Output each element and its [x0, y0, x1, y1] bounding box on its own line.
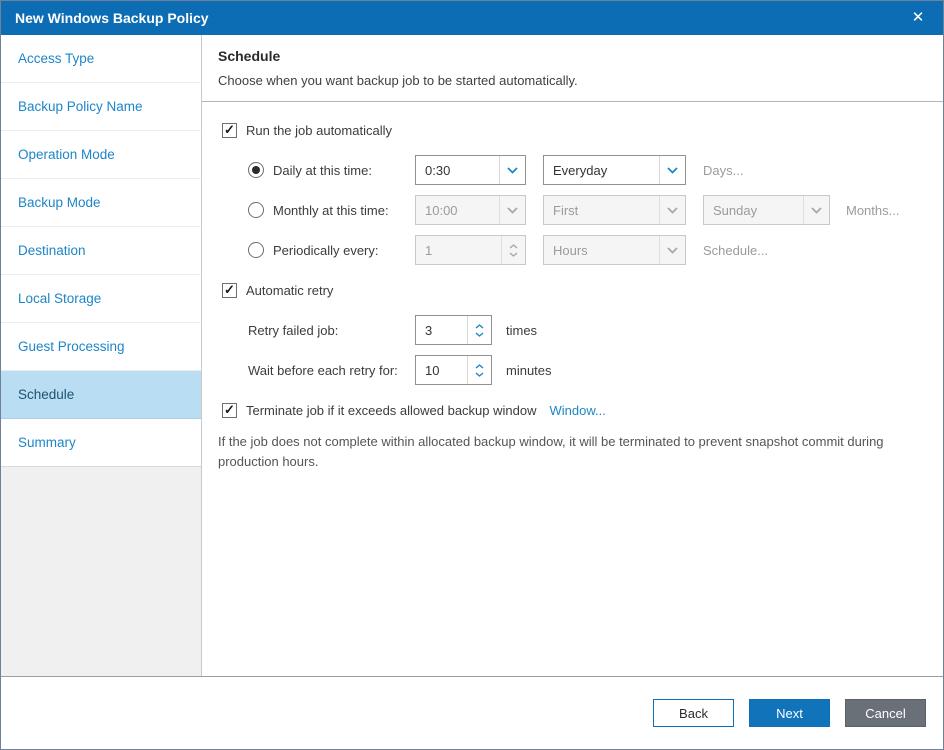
- schedule-step-content: Schedule Choose when you want backup job…: [202, 35, 943, 676]
- periodically-row: Periodically every: 1 Hours Schedule...: [222, 230, 943, 270]
- sidebar-item-operation-mode[interactable]: Operation Mode: [1, 131, 201, 179]
- sidebar-item-access-type[interactable]: Access Type: [1, 35, 201, 83]
- next-button[interactable]: Next: [749, 699, 830, 727]
- sidebar-item-destination[interactable]: Destination: [1, 227, 201, 275]
- sidebar-filler: [1, 467, 201, 676]
- window-link[interactable]: Window...: [550, 403, 606, 418]
- spinner-down-icon: [475, 371, 484, 377]
- days-link: Days...: [703, 162, 744, 178]
- monthly-row: Monthly at this time: 10:00 First Sunday…: [222, 190, 943, 230]
- daily-time-select[interactable]: 0:30: [415, 155, 526, 185]
- window-title: New Windows Backup Policy: [15, 10, 209, 26]
- wait-retry-label: Wait before each retry for:: [248, 362, 398, 378]
- sidebar-item-summary[interactable]: Summary: [1, 419, 201, 467]
- terminate-row: ✓ Terminate job if it exceeds allowed ba…: [222, 390, 943, 430]
- daily-frequency-select[interactable]: Everyday: [543, 155, 686, 185]
- daily-row: Daily at this time: 0:30 Everyday Days..…: [222, 150, 943, 190]
- spinner-up-icon: [475, 363, 484, 369]
- cancel-button[interactable]: Cancel: [845, 699, 926, 727]
- check-icon: ✓: [224, 402, 235, 417]
- monthly-week-select: First: [543, 195, 686, 225]
- spinner-up-icon: [475, 323, 484, 329]
- run-automatically-row: ✓ Run the job automatically: [222, 110, 943, 150]
- minutes-suffix: minutes: [506, 362, 552, 378]
- schedule-link: Schedule...: [703, 242, 769, 258]
- months-link: Months...: [846, 202, 900, 218]
- periodically-unit-select: Hours: [543, 235, 686, 265]
- chevron-down-icon: [499, 156, 525, 184]
- run-automatically-checkbox[interactable]: ✓: [222, 122, 237, 138]
- retry-count-spinner[interactable]: 3: [415, 315, 492, 345]
- retry-failed-row: Retry failed job: 3 times: [222, 310, 943, 350]
- spinner-down-icon: [509, 251, 518, 257]
- titlebar: New Windows Backup Policy ✕: [1, 1, 943, 35]
- wait-retry-row: Wait before each retry for: 10 minutes: [222, 350, 943, 390]
- automatic-retry-row: ✓ Automatic retry: [222, 270, 943, 310]
- daily-label: Daily at this time:: [273, 162, 372, 178]
- retry-failed-label: Retry failed job:: [248, 322, 339, 338]
- chevron-down-icon: [803, 196, 829, 224]
- spinner-up-icon: [509, 243, 518, 249]
- page-title: Schedule: [218, 48, 281, 64]
- periodically-label: Periodically every:: [273, 242, 379, 258]
- page-subtitle: Choose when you want backup job to be st…: [218, 73, 578, 88]
- wizard-steps-sidebar: Access Type Backup Policy Name Operation…: [1, 35, 202, 676]
- spinner-down-icon: [475, 331, 484, 337]
- times-suffix: times: [506, 322, 538, 338]
- automatic-retry-checkbox[interactable]: ✓: [222, 282, 237, 298]
- monthly-weekday-select: Sunday: [703, 195, 830, 225]
- periodically-radio[interactable]: [248, 242, 264, 258]
- sidebar-item-schedule[interactable]: Schedule: [1, 371, 201, 419]
- terminate-note: If the job does not complete within allo…: [218, 434, 884, 470]
- back-button[interactable]: Back: [653, 699, 734, 727]
- monthly-time-select: 10:00: [415, 195, 526, 225]
- periodically-interval-spinner: 1: [415, 235, 526, 265]
- sidebar-item-backup-mode[interactable]: Backup Mode: [1, 179, 201, 227]
- terminate-label: Terminate job if it exceeds allowed back…: [246, 402, 537, 418]
- sidebar-item-guest-processing[interactable]: Guest Processing: [1, 323, 201, 371]
- close-icon[interactable]: ✕: [907, 7, 929, 29]
- check-icon: ✓: [224, 122, 235, 137]
- sidebar-item-backup-policy-name[interactable]: Backup Policy Name: [1, 83, 201, 131]
- wizard-footer: Back Next Cancel: [1, 676, 943, 749]
- automatic-retry-label: Automatic retry: [246, 282, 334, 298]
- chevron-down-icon: [659, 236, 685, 264]
- monthly-label: Monthly at this time:: [273, 202, 389, 218]
- chevron-down-icon: [659, 196, 685, 224]
- run-automatically-label: Run the job automatically: [246, 122, 392, 138]
- chevron-down-icon: [499, 196, 525, 224]
- sidebar-item-local-storage[interactable]: Local Storage: [1, 275, 201, 323]
- terminate-checkbox[interactable]: ✓: [222, 402, 237, 418]
- new-windows-backup-policy-wizard: New Windows Backup Policy ✕ Access Type …: [0, 0, 944, 750]
- wait-minutes-spinner[interactable]: 10: [415, 355, 492, 385]
- check-icon: ✓: [224, 282, 235, 297]
- monthly-radio[interactable]: [248, 202, 264, 218]
- daily-radio[interactable]: [248, 162, 264, 178]
- chevron-down-icon: [659, 156, 685, 184]
